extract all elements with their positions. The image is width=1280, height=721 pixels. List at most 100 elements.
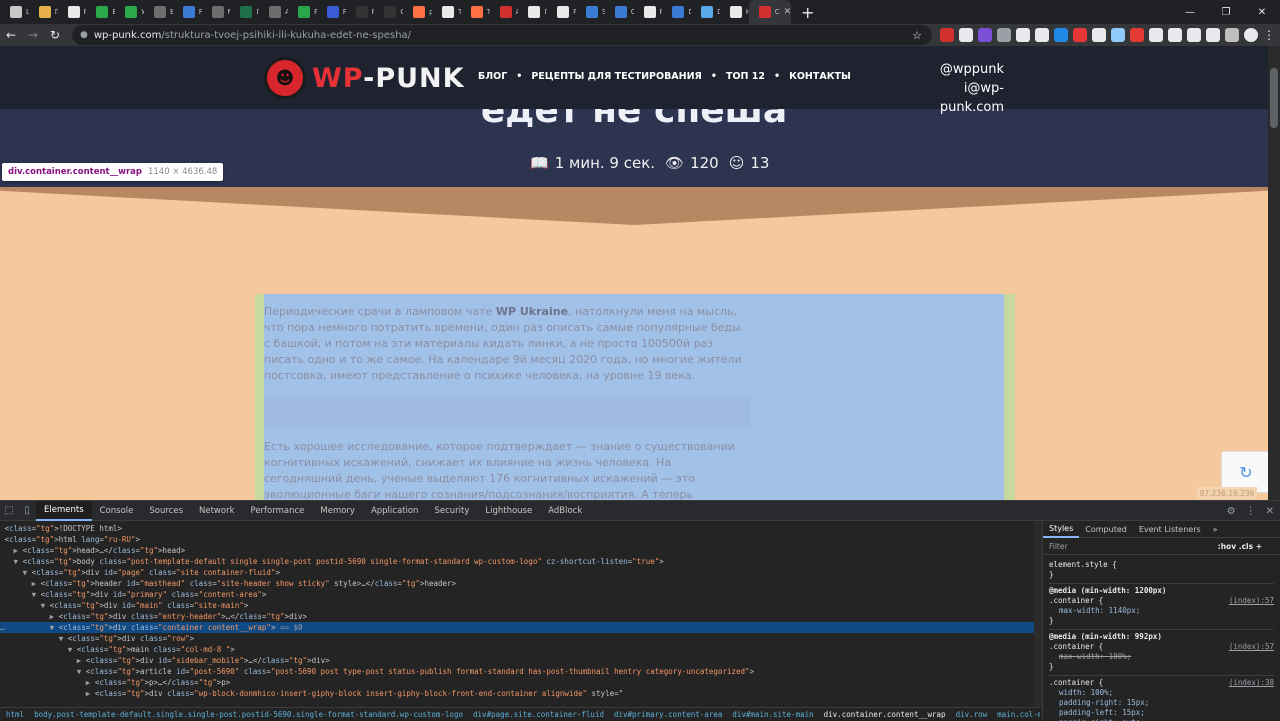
extension-icon[interactable] [1225, 28, 1239, 42]
devtools-tab[interactable]: Security [426, 501, 477, 521]
browser-tab[interactable]: Упр [115, 0, 144, 24]
browser-tab[interactable]: AT + [490, 0, 518, 24]
browser-tab[interactable]: Seit [576, 0, 605, 24]
css-property[interactable]: max-width: 100%; [1049, 652, 1274, 662]
extension-icon[interactable] [1149, 28, 1163, 42]
rule-source-link[interactable]: (index):57 [1229, 642, 1274, 652]
wp-ukraine-link[interactable]: WP Ukraine [496, 305, 568, 318]
breadcrumb-item[interactable]: div#main.site-main [732, 710, 813, 719]
browser-tab[interactable]: Pen [634, 0, 662, 24]
dom-node[interactable]: <class="tg">!DOCTYPE html> [0, 523, 1036, 534]
close-window-icon[interactable]: ✕ [1244, 0, 1280, 24]
browser-tab[interactable]: Beg [86, 0, 115, 24]
extension-icon[interactable] [1206, 28, 1220, 42]
nav-top12[interactable]: Топ 12 [726, 71, 765, 82]
browser-tab[interactable]: Цин [0, 0, 29, 24]
styles-filter[interactable]: Filter :hov .cls + [1043, 538, 1280, 555]
tab-styles[interactable]: Styles [1043, 521, 1080, 538]
add-rule-icon[interactable]: + [1256, 542, 1262, 551]
settings-icon[interactable]: ⚙ [1227, 506, 1236, 517]
dom-node[interactable]: <class="tg">html lang="ru-RU"> [0, 534, 1036, 545]
css-property[interactable]: padding-right: 15px; [1049, 698, 1274, 708]
extension-icon[interactable] [959, 28, 973, 42]
rule-source-link[interactable]: (index):38 [1229, 678, 1274, 688]
browser-tab[interactable]: Con [605, 0, 634, 24]
page-scrollbar[interactable] [1268, 46, 1280, 500]
extension-icon[interactable] [1111, 28, 1125, 42]
address-bar[interactable]: ● wp-punk.com/struktura-tvoej-psihiki-il… [72, 25, 932, 45]
browser-tab[interactable]: Tech [432, 0, 461, 24]
close-devtools-icon[interactable]: ✕ [1266, 506, 1274, 517]
bookmark-star-icon[interactable]: ☆ [912, 29, 922, 42]
devtools-tab[interactable]: Performance [243, 501, 313, 521]
browser-tab[interactable]: Пра [29, 0, 58, 24]
devtools-tab[interactable]: Memory [312, 501, 363, 521]
dom-node[interactable]: ▶ <class="tg">head>…</class="tg">head> [0, 545, 1036, 556]
browser-tab[interactable]: Мет [202, 0, 230, 24]
dom-node[interactable]: ▼ <class="tg">div id="main" class="site-… [0, 600, 1036, 611]
minimize-icon[interactable]: — [1172, 0, 1208, 24]
browser-tab[interactable]: Elen [144, 0, 173, 24]
breadcrumb-item[interactable]: html [6, 710, 24, 719]
browser-tab[interactable]: Про [230, 0, 259, 24]
nav-blog[interactable]: Блог [478, 71, 507, 82]
social-email[interactable]: i@wp-punk.com [900, 79, 1004, 117]
browser-tab[interactable]: pun [403, 0, 432, 24]
tab-close-icon[interactable]: ✕ [784, 7, 791, 17]
browser-tab[interactable]: Payi [58, 0, 86, 24]
rule-selector[interactable]: .container {(index):38 [1049, 678, 1274, 688]
dom-node[interactable]: ▼ <class="tg">article id="post-5690" cla… [0, 666, 1036, 677]
browser-tab[interactable]: Payi [288, 0, 317, 24]
dom-node[interactable]: ▼ <class="tg">div class="row"> [0, 633, 1036, 644]
extension-icon[interactable] [1187, 28, 1201, 42]
hov-toggle[interactable]: :hov [1218, 542, 1236, 551]
breadcrumb-item[interactable]: div.row [956, 710, 988, 719]
browser-tab[interactable]: Pun [317, 0, 346, 24]
breadcrumb-item[interactable]: main.col-md-8 [997, 710, 1040, 719]
extension-icon[interactable] [940, 28, 954, 42]
breadcrumb-item[interactable]: body.post-template-default.single.single… [34, 710, 463, 719]
browser-tab[interactable]: DCC [691, 0, 720, 24]
browser-tab[interactable]: DCC [662, 0, 691, 24]
browser-tab[interactable]: НТМ [720, 0, 749, 24]
filter-input[interactable]: Filter [1049, 542, 1068, 551]
browser-tab[interactable]: С ✕ [748, 0, 791, 24]
browser-tab[interactable]: Pun [346, 0, 374, 24]
dom-node[interactable]: ▼ <class="tg">div id="primary" class="co… [0, 589, 1036, 600]
extension-icon[interactable] [978, 28, 992, 42]
css-property[interactable]: max-width: 1140px; [1049, 606, 1274, 616]
devtools-tab[interactable]: Sources [141, 501, 191, 521]
cls-toggle[interactable]: .cls [1239, 542, 1253, 551]
extension-icon[interactable] [1168, 28, 1182, 42]
rule-selector[interactable]: .container {(index):57 [1049, 596, 1274, 606]
extension-icon[interactable] [1035, 28, 1049, 42]
dom-node[interactable]: ▶ <class="tg">p>…</class="tg">p> [0, 677, 1036, 688]
extension-icon[interactable] [997, 28, 1011, 42]
dom-scrollbar[interactable] [1034, 521, 1042, 707]
reload-icon[interactable]: ↻ [44, 24, 66, 46]
restore-icon[interactable]: ❐ [1208, 0, 1244, 24]
dom-node[interactable]: ▶ <class="tg">div id="sidebar_mobile">…<… [0, 655, 1036, 666]
more-tabs-icon[interactable]: » [1207, 521, 1224, 538]
browser-menu-icon[interactable]: ⋮ [1263, 28, 1275, 42]
forward-icon[interactable]: → [22, 24, 44, 46]
css-property[interactable]: width: 100%; [1049, 688, 1274, 698]
extension-icon[interactable] [1016, 28, 1030, 42]
browser-tab[interactable]: Apic [259, 0, 288, 24]
breadcrumb-item[interactable]: div#primary.content-area [614, 710, 722, 719]
social-handle[interactable]: @wppunk [900, 60, 1004, 79]
more-options-icon[interactable]: ⋮ [1246, 506, 1256, 517]
devtools-tab[interactable]: AdBlock [540, 501, 590, 521]
profile-avatar[interactable] [1244, 28, 1258, 42]
browser-tab[interactable]: File [173, 0, 202, 24]
back-icon[interactable]: ← [0, 24, 22, 46]
browser-tab[interactable]: Con [374, 0, 403, 24]
rule-selector[interactable]: .container {(index):57 [1049, 642, 1274, 652]
dom-node[interactable]: … ▼ <class="tg">div class="container con… [0, 622, 1036, 633]
tab-event-listeners[interactable]: Event Listeners [1133, 521, 1207, 538]
devtools-tab[interactable]: Lighthouse [477, 501, 540, 521]
extension-icon[interactable] [1130, 28, 1144, 42]
rule-source-link[interactable]: (index):57 [1229, 596, 1274, 606]
extension-icon[interactable] [1092, 28, 1106, 42]
inspect-element-icon[interactable]: ⬚ [0, 501, 18, 521]
